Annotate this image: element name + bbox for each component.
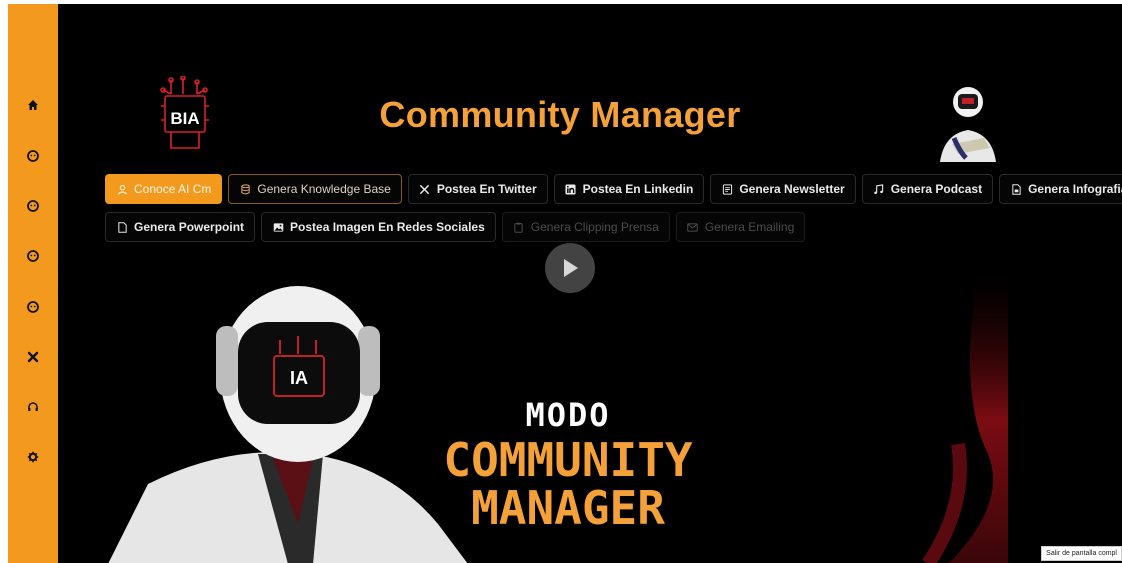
play-button[interactable] [545,243,595,293]
button-label: Genera Emailing [704,220,795,234]
button-label: Genera Knowledge Base [257,182,391,196]
button-label: Postea Imagen En Redes Sociales [290,220,485,234]
postea-imagen-button[interactable]: Postea Imagen En Redes Sociales [261,212,496,242]
home-icon[interactable] [24,96,42,114]
play-icon [564,259,578,277]
postea-en-twitter-button[interactable]: Postea En Twitter [407,174,548,204]
genera-emailing-button[interactable]: Genera Emailing [675,212,806,242]
button-label: Postea En Linkedin [582,182,694,196]
file-chart-icon [1010,183,1022,195]
conoce-ai-cm-button[interactable]: Conoce AI Cm [105,174,223,204]
genera-clipping-prensa-button[interactable]: Genera Clipping Prensa [501,212,670,242]
face-icon[interactable] [24,298,42,316]
file-icon [116,221,128,233]
image-icon [272,221,284,233]
tools-icon[interactable] [24,348,42,366]
hero-line-2: COMMUNITY [443,433,693,487]
app-frame: BIA Community Manager Conoce AI Cm Gener… [8,4,1122,563]
gear-icon[interactable] [24,448,42,466]
button-label: Genera Newsletter [739,182,845,196]
hero-heading: MODO COMMUNITY MANAGER [388,399,748,531]
button-label: Postea En Twitter [436,182,537,196]
postea-en-linkedin-button[interactable]: Postea En Linkedin [553,174,705,204]
face-icon[interactable] [24,147,42,165]
headset-icon[interactable] [24,398,42,416]
hero-line-1: MODO [525,396,611,434]
face-icon[interactable] [24,197,42,215]
x-twitter-icon [419,183,431,195]
hero-line-3: MANAGER [471,481,665,535]
sidebar [8,4,58,563]
genera-powerpoint-button[interactable]: Genera Powerpoint [105,212,256,242]
person-icon [116,183,128,195]
button-label: Genera Powerpoint [134,220,245,234]
button-label: Genera Clipping Prensa [530,220,659,234]
mail-icon [687,221,699,233]
newspaper-icon [721,183,733,195]
action-buttons-row-2: Genera Powerpoint Postea Imagen En Redes… [105,212,806,242]
red-wave-decoration [888,274,1008,563]
genera-newsletter-button[interactable]: Genera Newsletter [710,174,856,204]
genera-podcast-button[interactable]: Genera Podcast [861,174,994,204]
action-buttons-row-1: Conoce AI Cm Genera Knowledge Base Poste… [105,174,1122,204]
main-content: BIA Community Manager Conoce AI Cm Gener… [58,4,1122,563]
clipboard-icon [513,221,525,233]
button-label: Genera Podcast [890,182,983,196]
database-icon [239,183,251,195]
helmet-text: IA [290,368,308,388]
genera-infografia-button[interactable]: Genera Infografia [999,174,1122,204]
avatar [930,78,1006,162]
exit-fullscreen-tooltip: Salir de pantalla compl [1041,546,1122,561]
genera-knowledge-base-button[interactable]: Genera Knowledge Base [228,174,402,204]
button-label: Conoce AI Cm [134,182,212,196]
linkedin-icon [565,183,577,195]
music-note-icon [873,183,885,195]
button-label: Genera Infografia [1028,182,1122,196]
face-icon[interactable] [24,247,42,265]
